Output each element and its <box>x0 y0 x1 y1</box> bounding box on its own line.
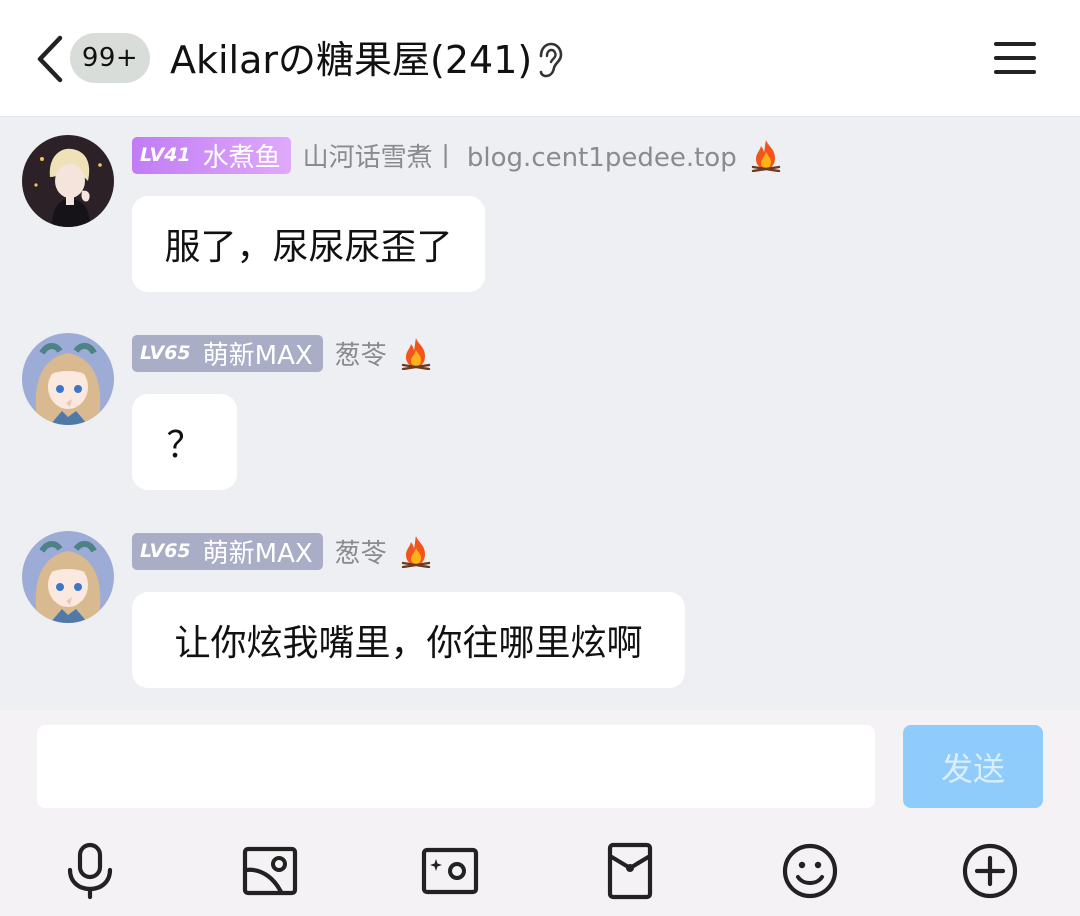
message-bubble[interactable]: 让你炫我嘴里，你往哪里炫啊 <box>132 592 685 688</box>
red-packet-icon <box>607 842 653 900</box>
message-meta: LV65 萌新MAX 葱苓 <box>132 532 433 570</box>
back-button[interactable] <box>30 34 70 84</box>
chat-header: 99+ Akilarの糖果屋(241) <box>0 0 1080 117</box>
avatar[interactable] <box>22 135 114 227</box>
image-icon <box>242 846 298 896</box>
member-title: 萌新MAX <box>202 340 313 371</box>
member-level-tag: LV65 萌新MAX <box>132 334 323 372</box>
more-button[interactable] <box>961 842 1019 900</box>
fire-icon <box>401 338 430 370</box>
member-title: 萌新MAX <box>202 538 313 569</box>
camera-icon <box>421 847 479 895</box>
image-button[interactable] <box>241 842 299 900</box>
level-label: LV65 <box>140 342 191 364</box>
message-bubble[interactable]: 服了，尿尿尿歪了 <box>132 196 485 292</box>
sender-nickname[interactable]: 山河话雪煮丨 blog.cent1pedee.top <box>303 137 737 174</box>
member-level-tag: LV65 萌新MAX <box>132 532 323 570</box>
emoji-icon <box>782 843 838 899</box>
voice-button[interactable] <box>61 842 119 900</box>
ear-icon[interactable] <box>533 42 565 78</box>
fire-icon <box>401 536 430 568</box>
member-title: 水煮鱼 <box>202 142 281 173</box>
unread-count-badge[interactable]: 99+ <box>70 33 150 83</box>
message-meta: LV65 萌新MAX 葱苓 <box>132 334 433 372</box>
chevron-left-icon <box>37 35 63 83</box>
level-label: LV65 <box>140 540 191 562</box>
level-label: LV41 <box>140 144 191 166</box>
camera-button[interactable] <box>421 842 479 900</box>
emoji-button[interactable] <box>781 842 839 900</box>
member-level-tag: LV41 水煮鱼 <box>132 136 291 174</box>
send-button[interactable]: 发送 <box>903 725 1043 808</box>
avatar[interactable] <box>22 531 114 623</box>
message-bubble[interactable]: ？ <box>132 394 237 490</box>
sender-nickname[interactable]: 葱苓 <box>335 335 387 372</box>
message-meta: LV41 水煮鱼 山河话雪煮丨 blog.cent1pedee.top <box>132 136 783 174</box>
composer: 发送 <box>0 710 1080 916</box>
fire-icon <box>751 140 780 172</box>
menu-button[interactable] <box>994 40 1036 76</box>
avatar[interactable] <box>22 333 114 425</box>
microphone-icon <box>67 842 113 900</box>
plus-icon <box>962 843 1018 899</box>
hamburger-menu-icon <box>994 42 1036 74</box>
chat-title: Akilarの糖果屋(241) <box>170 38 533 82</box>
message-input[interactable] <box>37 725 875 808</box>
red-packet-button[interactable] <box>601 842 659 900</box>
sender-nickname[interactable]: 葱苓 <box>335 533 387 570</box>
